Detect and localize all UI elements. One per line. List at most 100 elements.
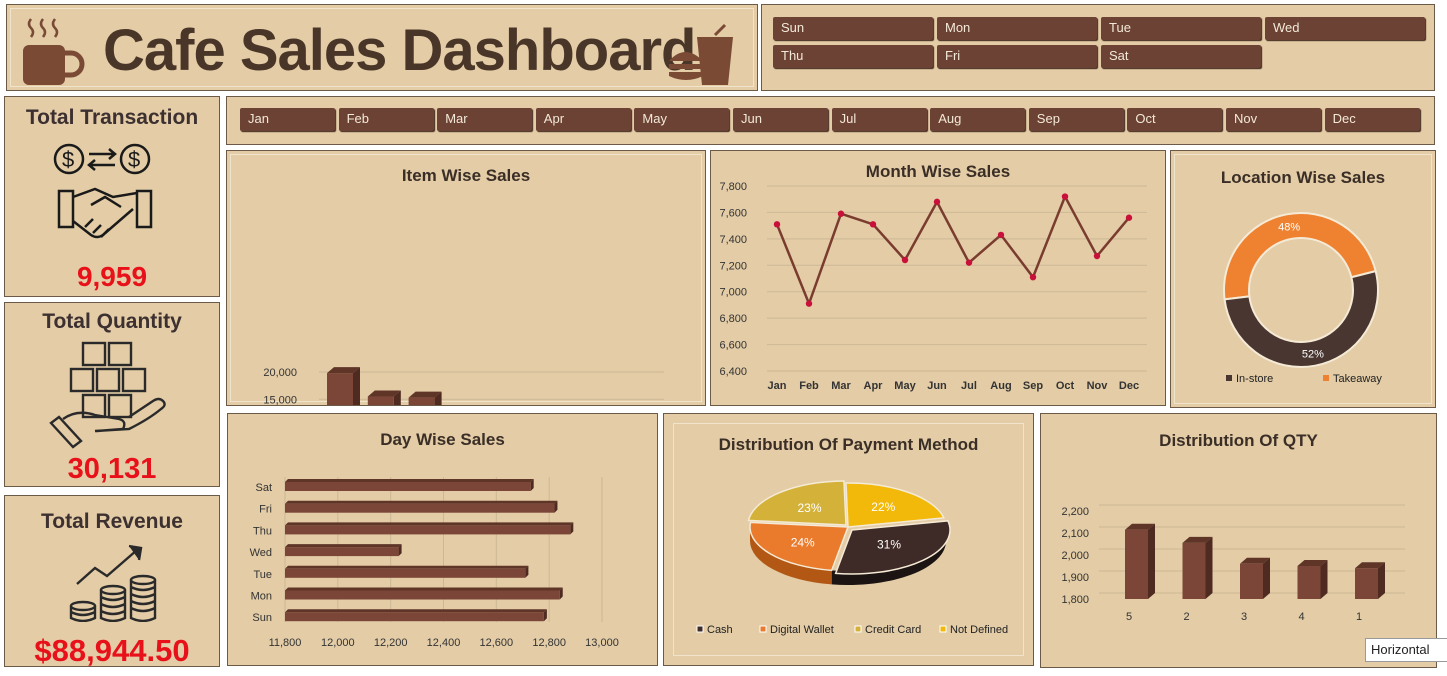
day-filter-tue[interactable]: Tue: [1101, 17, 1261, 40]
month-ytick: 6,600: [719, 340, 747, 352]
payment-legend-swatch: [696, 625, 704, 633]
month-filter-nov[interactable]: Nov: [1226, 108, 1321, 131]
month-filter-apr[interactable]: Apr: [535, 108, 631, 131]
payment-slice-label: 24%: [791, 535, 815, 549]
kpi-transaction-card: Total Transaction $ $ 9,959: [4, 96, 220, 297]
kpi-revenue-title: Total Revenue: [41, 510, 183, 533]
kpi-quantity-title: Total Quantity: [42, 310, 182, 333]
header-panel: Cafe Sales Dashboard: [6, 4, 758, 91]
chart-tooltip: Horizontal: [1365, 638, 1447, 662]
month-ytick: 7,400: [719, 234, 747, 246]
payment-slice-label: 22%: [871, 500, 895, 514]
qty-bar-2: [1182, 536, 1213, 599]
day-wise-sales-chart: 11,800 12,000 12,200 12,400 12,600 12,800 13,0…: [250, 477, 619, 649]
day-xtick: 12,200: [374, 637, 408, 649]
dashboard-title: Cafe Sales Dashboard: [103, 18, 696, 83]
item-wise-sales-panel: Item Wise Sales -5,00010,00015,00020,000…: [226, 150, 706, 406]
month-point-oct: [1061, 193, 1069, 200]
qty-ytick: 1,800: [1061, 594, 1089, 606]
day-wise-sales-panel: Day Wise Sales 11,800 12,000 12,200 12,400 1…: [227, 413, 658, 666]
month-ytick: 6,400: [719, 366, 747, 378]
month-point-jul: [965, 259, 973, 266]
month-point-jan: [773, 221, 781, 228]
item-bar-smoothie: [408, 391, 442, 405]
qty-distribution-panel: Distribution Of QTY 1,800 1,900 2,000 2,100…: [1040, 413, 1437, 668]
hand-boxes-icon: [49, 341, 166, 449]
kpi-revenue-card: Total Revenue $88,944.50: [4, 495, 220, 668]
day-filter-sat[interactable]: Sat: [1101, 45, 1261, 68]
payment-legend-label: Cash: [707, 624, 733, 636]
payment-legend-swatch: [854, 625, 862, 633]
item-ytick: 15,000: [263, 394, 297, 405]
month-filter-jun[interactable]: Jun: [733, 108, 828, 131]
payment-legend-label: Credit Card: [865, 624, 921, 636]
month-filter-jan[interactable]: Jan: [240, 108, 335, 131]
qty-bar-5: [1125, 523, 1155, 599]
month-filter-sep[interactable]: Sep: [1028, 108, 1124, 131]
location-wise-sales-panel: Location Wise Sales 48% 52% In-store Takeaw…: [1170, 150, 1436, 408]
item-wise-sales-chart: -5,00010,00015,00020,000SaladSandwichSmo…: [263, 367, 664, 405]
burger-drink-icon: [669, 23, 733, 85]
month-filter-mar[interactable]: Mar: [437, 108, 533, 131]
month-ytick: 6,800: [719, 313, 747, 325]
month-xtick: Jul: [961, 380, 977, 392]
day-ytick: Tue: [253, 569, 272, 581]
month-ytick: 7,000: [719, 287, 747, 299]
day-ytick: Sun: [252, 612, 272, 624]
month-filter-aug[interactable]: Aug: [930, 108, 1026, 131]
payment-legend-label: Not Defined: [950, 624, 1008, 636]
handshake-money-icon: $ $: [53, 143, 153, 239]
qty-ytick: 2,000: [1061, 550, 1089, 562]
month-filter-jul[interactable]: Jul: [831, 108, 927, 131]
month-ytick: 7,600: [719, 207, 747, 219]
month-xtick: May: [894, 380, 916, 392]
day-bar-sat: [285, 479, 534, 491]
month-xtick: Nov: [1087, 380, 1109, 392]
day-bar-mon: [285, 587, 563, 600]
location-legend-swatch: [1226, 375, 1232, 381]
month-point-may: [901, 256, 909, 264]
day-ytick: Sat: [255, 482, 272, 494]
payment-legend-label: Digital Wallet: [770, 624, 834, 636]
item-bar-sandwich: [367, 390, 401, 405]
month-filter-feb[interactable]: Feb: [338, 108, 434, 131]
coffee-cup-icon: [23, 18, 85, 85]
day-ytick: Thu: [253, 525, 272, 537]
qty-ytick: 2,100: [1061, 528, 1089, 540]
payment-slice-label: 23%: [798, 501, 822, 515]
month-wise-sales-chart: 6,400 6,600 6,800 7,000 7,200 7,400 7,600 7,800…: [719, 181, 1147, 392]
location-legend-label: Takeaway: [1333, 373, 1382, 385]
month-point-aug: [997, 231, 1005, 239]
day-filter-fri[interactable]: Fri: [937, 45, 1097, 68]
day-xtick: 12,600: [480, 637, 514, 649]
kpi-transaction-value: 9,959: [76, 261, 148, 292]
month-xtick: Aug: [990, 380, 1011, 392]
location-slice-label: 52%: [1302, 348, 1324, 360]
day-filter-thu[interactable]: Thu: [773, 45, 933, 68]
month-filter-oct[interactable]: Oct: [1127, 108, 1223, 131]
month-ytick: 7,200: [719, 260, 747, 272]
month-filter-dec[interactable]: Dec: [1324, 108, 1420, 131]
month-xtick: Oct: [1056, 380, 1075, 392]
location-wise-sales-chart: 48% 52% In-store Takeaway: [1223, 212, 1382, 385]
day-xtick: 12,000: [321, 637, 355, 649]
day-ytick: Fri: [259, 504, 272, 516]
kpi-quantity-value: 30,131: [67, 453, 157, 485]
qty-xtick: 4: [1298, 611, 1304, 623]
qty-xtick: 5: [1126, 611, 1132, 623]
qty-ytick: 2,200: [1061, 506, 1089, 518]
month-xtick: Mar: [831, 380, 851, 392]
month-filter-may[interactable]: May: [634, 108, 730, 131]
qty-xtick: 3: [1241, 611, 1247, 623]
location-slice-label: 48%: [1278, 222, 1300, 234]
day-filter-mon[interactable]: Mon: [937, 17, 1097, 40]
day-filter-wed[interactable]: Wed: [1265, 17, 1425, 40]
day-ytick: Wed: [250, 547, 272, 559]
day-slicer: Sun Mon Tue Wed Thu Fri Sat: [761, 4, 1435, 91]
day-filter-sun[interactable]: Sun: [773, 17, 933, 40]
month-point-sep: [1029, 273, 1037, 281]
day-xtick: 13,000: [585, 637, 619, 649]
payment-method-chart: 31% 24% 23% 22% Cash Digital Wallet Credit Car…: [696, 480, 1008, 636]
month-xtick: Jan: [768, 380, 787, 392]
day-bar-tue: [285, 565, 529, 578]
